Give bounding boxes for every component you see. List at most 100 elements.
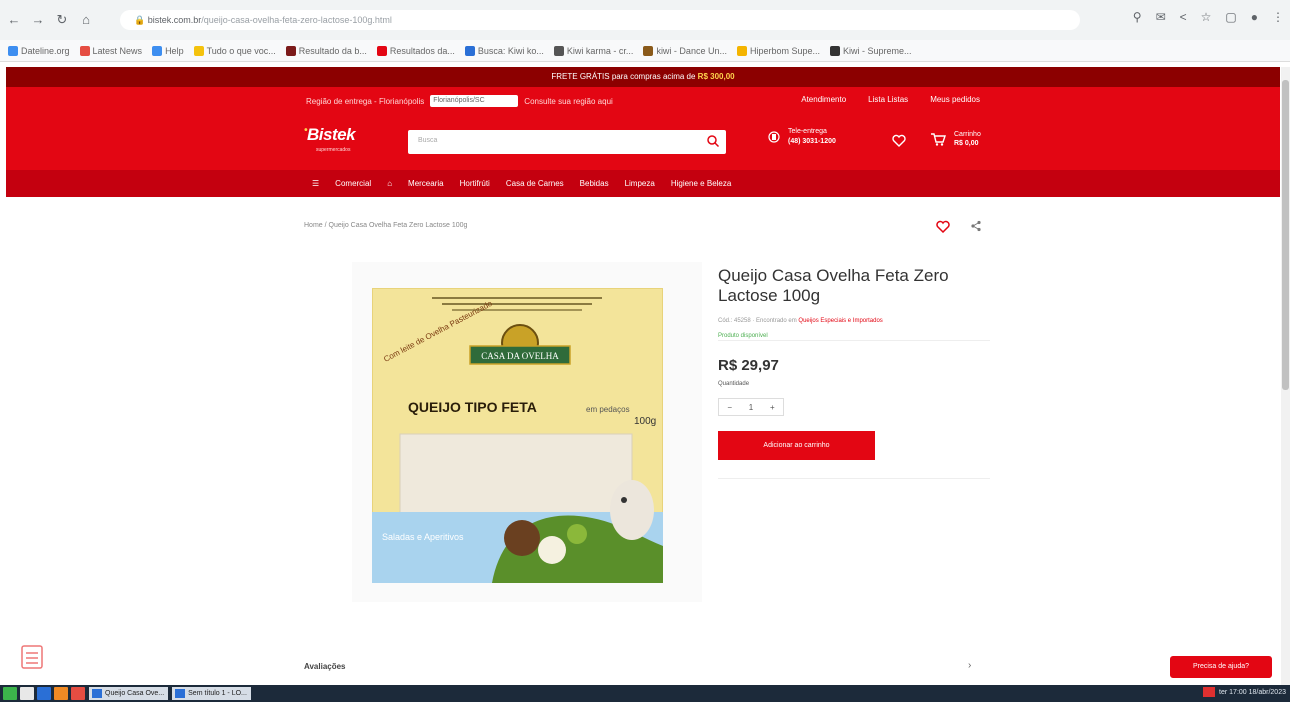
tele-entrega[interactable]: Tele-entrega (48) 3031-1200 bbox=[768, 127, 836, 147]
bookmark-star-icon[interactable]: ☆ bbox=[1201, 10, 1212, 24]
bookmark-label: Latest News bbox=[92, 45, 143, 56]
qty-plus-button[interactable]: + bbox=[770, 403, 775, 412]
quantity-stepper: − 1 + bbox=[718, 398, 784, 416]
cart-button[interactable]: Carrinho R$ 0,00 bbox=[930, 130, 981, 148]
taskbar-task-office[interactable]: Sem título 1 - LO... bbox=[172, 687, 251, 700]
chevron-right-icon[interactable]: › bbox=[968, 660, 971, 671]
bookmark-item[interactable]: Help bbox=[152, 45, 184, 56]
zoom-icon[interactable]: ⚲ bbox=[1133, 10, 1142, 24]
product-image[interactable]: CASA DA OVELHA Com leite de Ovelha Paste… bbox=[372, 288, 663, 583]
bookmark-label: Tudo o que voc... bbox=[206, 45, 276, 56]
site-logo[interactable]: •Bistek bbox=[304, 125, 356, 145]
bookmark-item[interactable]: Hiperbom Supe... bbox=[736, 45, 821, 56]
bookmark-item[interactable]: kiwi - Dance Un... bbox=[643, 45, 727, 56]
package-title: QUEIJO TIPO FETA bbox=[408, 399, 537, 415]
cart-icon bbox=[931, 133, 946, 146]
scrollbar-thumb[interactable] bbox=[1282, 80, 1289, 390]
bookmark-label: Kiwi karma - cr... bbox=[566, 45, 634, 56]
bookmark-item[interactable]: Resultado da b... bbox=[285, 45, 367, 56]
add-to-cart-button[interactable]: Adicionar ao carrinho bbox=[718, 431, 875, 460]
desktop-icon[interactable] bbox=[20, 687, 34, 700]
app-icon[interactable] bbox=[71, 687, 85, 700]
bookmark-favicon-icon bbox=[464, 45, 475, 56]
lock-icon: 🔒 bbox=[134, 15, 148, 25]
address-bar[interactable]: 🔒 bistek.com.br/queijo-casa-ovelha-feta-… bbox=[120, 10, 1080, 30]
bookmark-item[interactable]: Busca: Kiwi ko... bbox=[464, 45, 544, 56]
qty-minus-button[interactable]: − bbox=[727, 403, 732, 412]
reviews-section-title[interactable]: Avaliações bbox=[304, 662, 346, 671]
extension-icon[interactable]: ✉ bbox=[1156, 10, 1166, 24]
cat-mercearia[interactable]: Mercearia bbox=[408, 179, 444, 188]
forward-icon[interactable]: → bbox=[28, 10, 48, 30]
bookmarks-bar: Dateline.org Latest News Help Tudo o que vo… bbox=[0, 40, 1290, 62]
start-menu-icon[interactable] bbox=[3, 687, 17, 700]
bookmark-favicon-icon bbox=[736, 45, 747, 56]
tab-view-icon[interactable]: ▢ bbox=[1225, 10, 1236, 24]
accessibility-widget-icon[interactable] bbox=[20, 644, 44, 670]
cat-higiene[interactable]: Higiene e Beleza bbox=[671, 179, 731, 188]
top-link-atendimento[interactable]: Atendimento bbox=[801, 95, 846, 104]
bookmark-favicon-icon bbox=[285, 45, 296, 56]
product-category-link[interactable]: Queijos Especiais e Importados bbox=[798, 318, 882, 324]
package-side: em pedaços bbox=[586, 405, 630, 414]
cat-limpeza[interactable]: Limpeza bbox=[625, 179, 655, 188]
category-menu-icon[interactable]: ☰ bbox=[312, 179, 319, 188]
files-icon[interactable] bbox=[37, 687, 51, 700]
bookmark-item[interactable]: Kiwi - Supreme... bbox=[830, 45, 912, 56]
bookmark-favicon-icon bbox=[643, 45, 654, 56]
bookmark-item[interactable]: Tudo o que voc... bbox=[193, 45, 276, 56]
firefox-icon[interactable] bbox=[54, 687, 68, 700]
help-button[interactable]: Precisa de ajuda? bbox=[1170, 656, 1272, 678]
category-prefix: Encontrado em bbox=[756, 318, 797, 324]
product-title: Queijo Casa Ovelha Feta Zero Lactose 100… bbox=[718, 266, 949, 305]
reload-icon[interactable]: ↻ bbox=[52, 10, 72, 30]
search-placeholder: Busca bbox=[418, 137, 438, 144]
logo-text: Bistek bbox=[307, 125, 356, 144]
taskbar-task-browser[interactable]: Queijo Casa Ove... bbox=[89, 687, 169, 700]
bookmark-item[interactable]: Resultados da... bbox=[376, 45, 455, 56]
qty-value[interactable]: 1 bbox=[749, 403, 753, 412]
share-browser-icon[interactable]: < bbox=[1180, 10, 1187, 24]
top-link-listas[interactable]: Lista Listas bbox=[868, 95, 908, 104]
package-brand: CASA DA OVELHA bbox=[481, 351, 559, 361]
home-icon[interactable]: ⌂ bbox=[76, 10, 96, 30]
share-icon[interactable] bbox=[970, 220, 982, 232]
cart-label: Carrinho bbox=[954, 131, 981, 138]
favorites-icon[interactable] bbox=[892, 134, 906, 147]
category-nav: ☰ Comercial ⌂ Mercearia Hortifrúti Casa … bbox=[6, 170, 1280, 197]
cat-home-icon[interactable]: ⌂ bbox=[387, 179, 392, 188]
back-icon[interactable]: ← bbox=[4, 10, 24, 30]
package-suggest: Saladas e Aperitivos bbox=[382, 532, 464, 542]
bookmark-favicon-icon bbox=[79, 45, 90, 56]
top-link-pedidos[interactable]: Meus pedidos bbox=[930, 95, 980, 104]
menu-icon[interactable]: ⋮ bbox=[1272, 10, 1284, 24]
cat-carnes[interactable]: Casa de Carnes bbox=[506, 179, 564, 188]
search-input[interactable]: Busca bbox=[408, 130, 726, 154]
browser-actions: ⚲ ✉ < ☆ ▢ ● ⋮ bbox=[1133, 10, 1284, 24]
cat-comercial[interactable]: Comercial bbox=[335, 179, 371, 188]
bookmark-favicon-icon bbox=[830, 45, 841, 56]
favorite-product-icon[interactable] bbox=[936, 220, 950, 233]
search-icon[interactable] bbox=[706, 134, 720, 148]
breadcrumb[interactable]: Home / Queijo Casa Ovelha Feta Zero Lact… bbox=[304, 222, 467, 229]
os-taskbar: Queijo Casa Ove... Sem título 1 - LO... … bbox=[0, 685, 1290, 702]
url-path: /queijo-casa-ovelha-feta-zero-lactose-10… bbox=[201, 15, 392, 25]
bookmark-label: Help bbox=[165, 45, 184, 56]
region-hint[interactable]: Consulte sua região aqui bbox=[524, 97, 613, 106]
region-select[interactable]: Florianópolis/SC bbox=[430, 95, 519, 107]
bookmark-item[interactable]: Latest News bbox=[79, 45, 143, 56]
product-sku: Cód.: 45258 bbox=[718, 318, 751, 324]
tray-icon bbox=[1203, 687, 1216, 697]
profile-icon[interactable]: ● bbox=[1251, 10, 1258, 24]
cat-hortifruti[interactable]: Hortifrúti bbox=[460, 179, 490, 188]
bookmark-label: kiwi - Dance Un... bbox=[656, 45, 727, 56]
clock-text: ter 17:00 18/abr/2023 bbox=[1219, 688, 1286, 696]
bookmark-label: Hiperbom Supe... bbox=[749, 45, 821, 56]
bookmark-item[interactable]: Kiwi karma - cr... bbox=[553, 45, 634, 56]
system-clock[interactable]: ter 17:00 18/abr/2023 bbox=[1203, 687, 1286, 697]
site-header: Região de entrega - Florianópolis Floria… bbox=[6, 87, 1280, 170]
cat-bebidas[interactable]: Bebidas bbox=[580, 179, 609, 188]
bookmark-favicon-icon bbox=[8, 45, 18, 56]
bookmark-favicon-icon bbox=[152, 45, 163, 56]
bookmark-item[interactable]: Dateline.org bbox=[8, 45, 70, 56]
